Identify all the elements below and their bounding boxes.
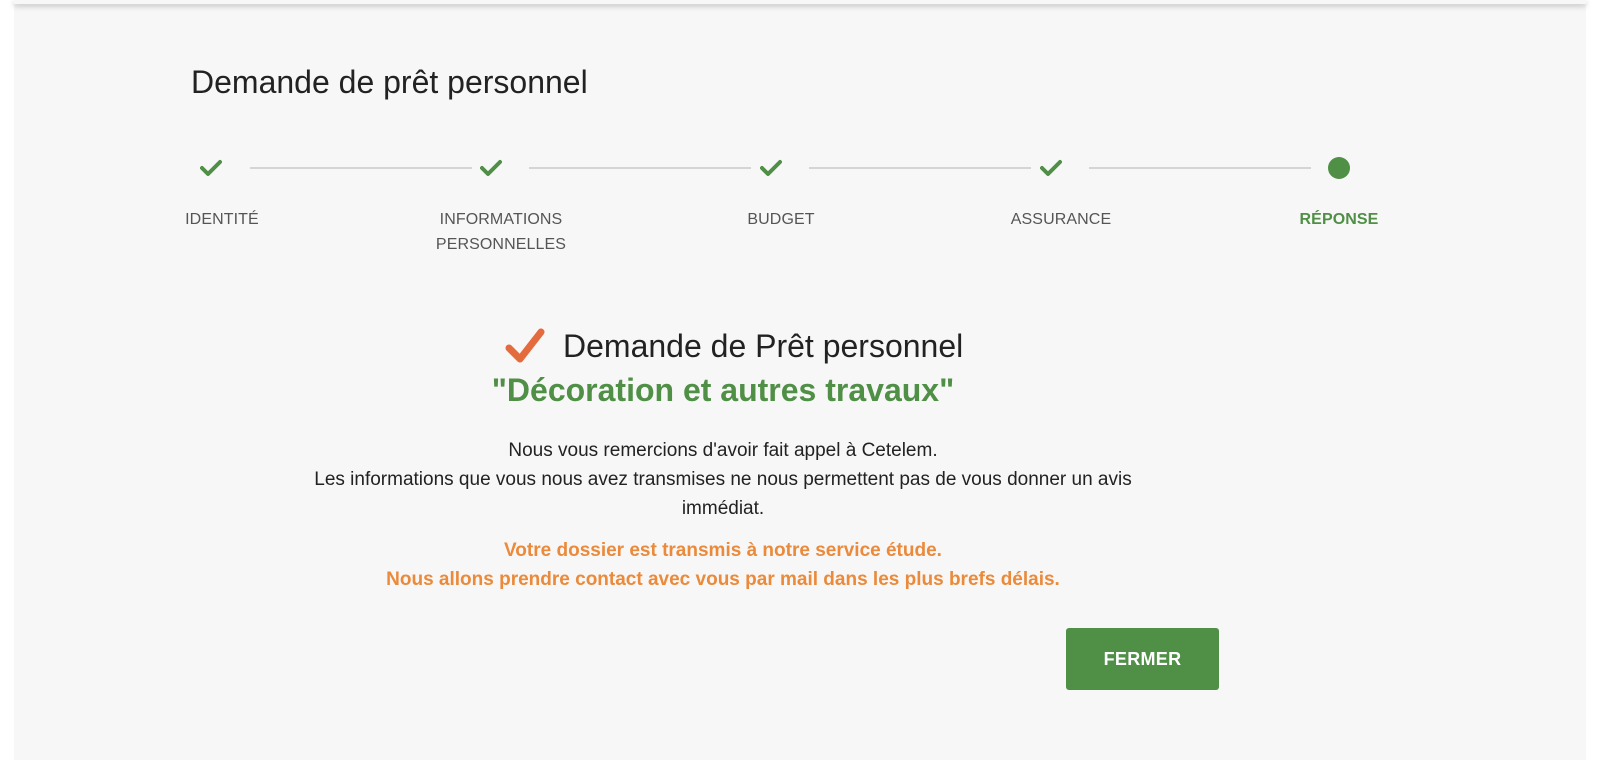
- info-message: Les informations que vous nous avez tran…: [314, 469, 1132, 519]
- dossier-note: Votre dossier est transmis à notre servi…: [504, 540, 942, 561]
- close-button[interactable]: FERMER: [1066, 628, 1219, 690]
- contact-note: Nous allons prendre contact avec vous pa…: [386, 569, 1060, 590]
- result-title: Demande de Prêt personnel: [563, 327, 964, 364]
- result-section: Demande de Prêt personnel "Décoration et…: [0, 0, 1600, 767]
- check-icon: [505, 328, 545, 363]
- result-subtitle: "Décoration et autres travaux": [491, 372, 955, 408]
- thank-you-message: Nous vous remercions d'avoir fait appel …: [508, 440, 938, 461]
- result-title-row: Demande de Prêt personnel: [505, 324, 963, 368]
